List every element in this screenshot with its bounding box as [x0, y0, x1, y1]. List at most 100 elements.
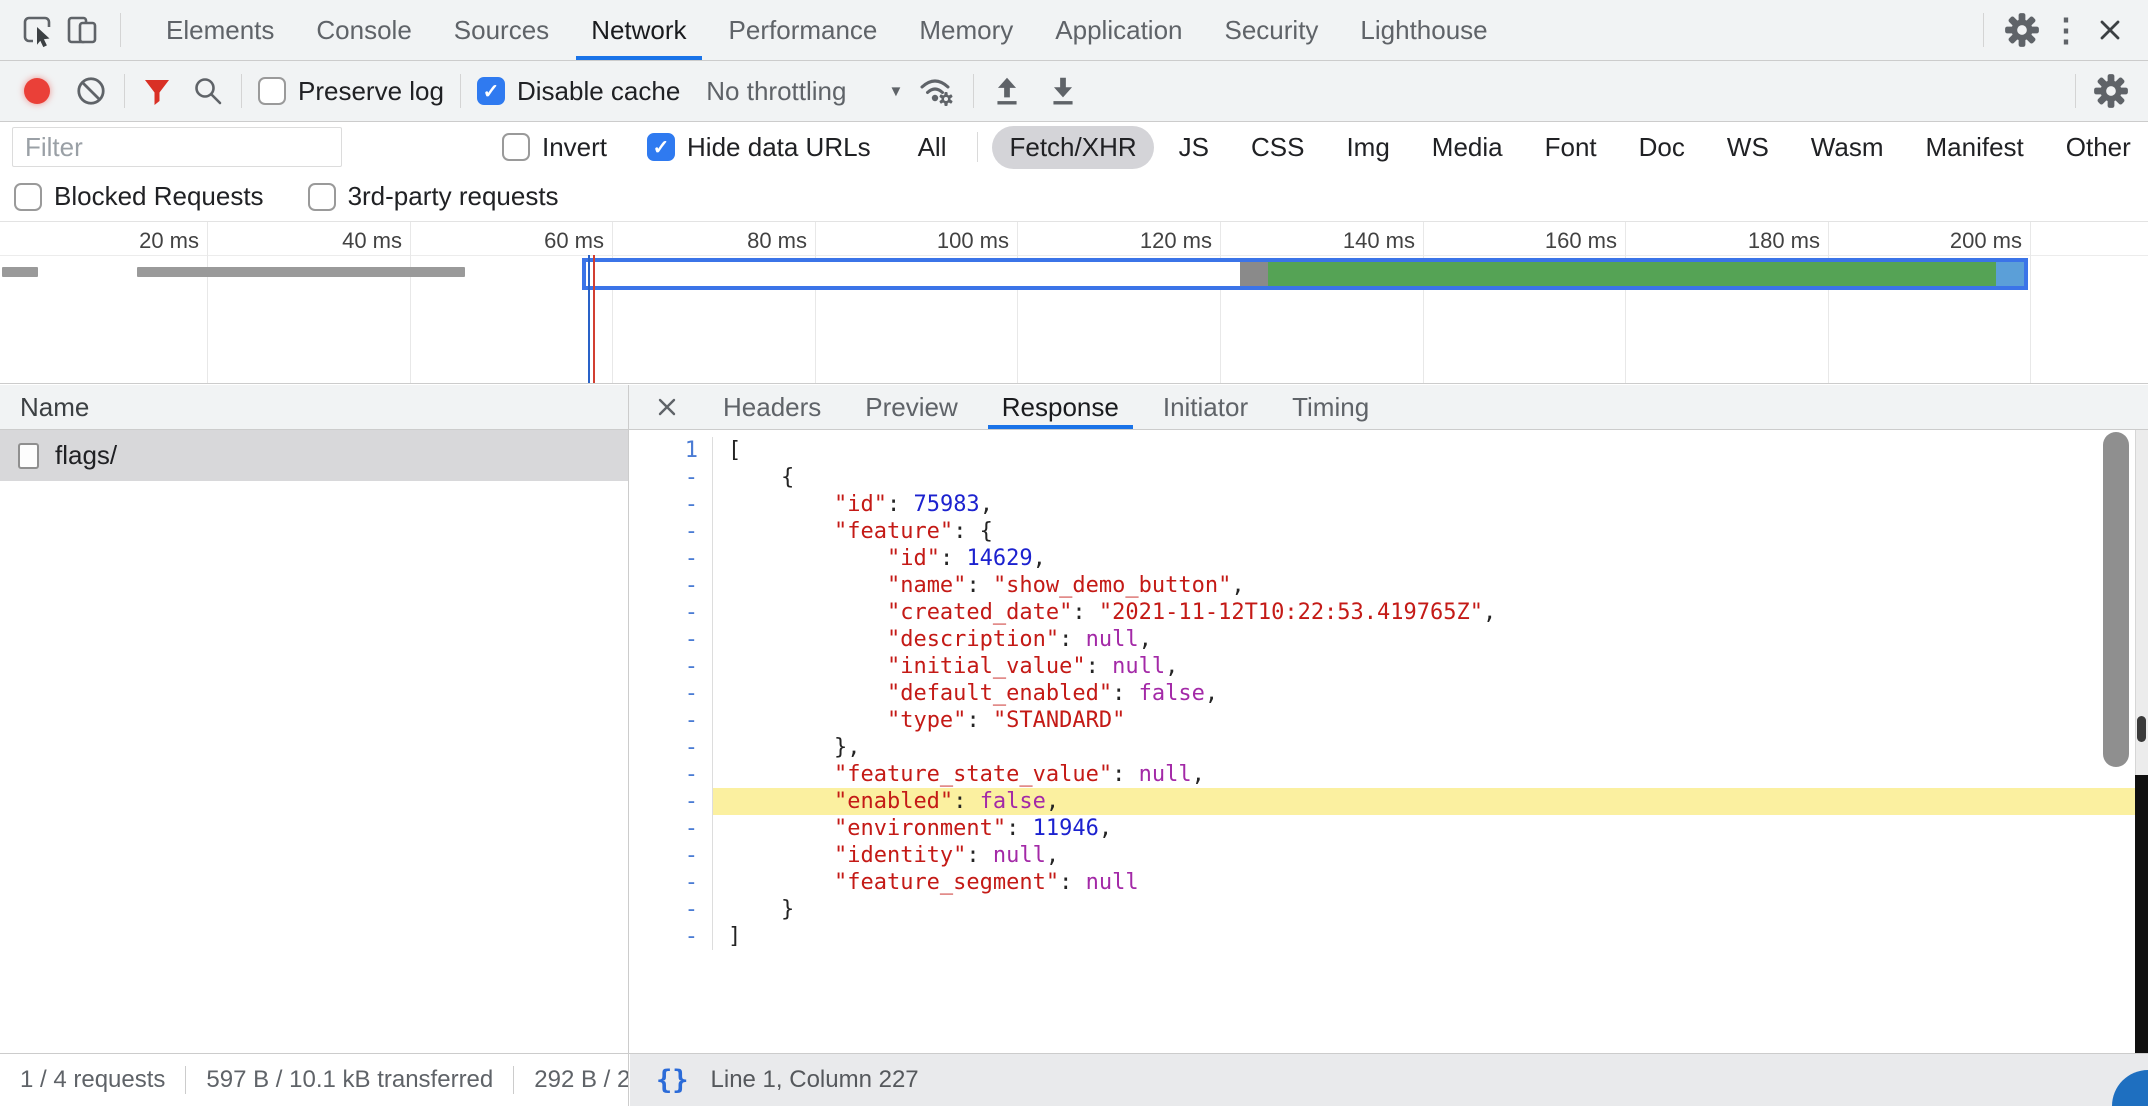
type-filter-font[interactable]: Font: [1528, 126, 1614, 169]
token: "identity": [834, 843, 966, 868]
summary-item: 292 B / 2: [534, 1066, 629, 1094]
blocked-requests-checkbox[interactable]: [14, 183, 42, 211]
token: ,: [1231, 573, 1244, 598]
token: "environment": [834, 816, 1006, 841]
token: "id": [887, 546, 940, 571]
type-filter-media[interactable]: Media: [1415, 126, 1520, 169]
type-filter-wasm[interactable]: Wasm: [1794, 126, 1901, 169]
code-line: - "type": "STANDARD": [629, 707, 2135, 734]
code-text: "feature": {: [713, 518, 2135, 545]
record-network-log-button[interactable]: [24, 78, 50, 104]
name-column-header[interactable]: Name: [20, 392, 89, 423]
timeline-tick-label: 160 ms: [1485, 228, 1617, 254]
kebab-menu-icon[interactable]: ⋮: [2044, 8, 2088, 52]
tab-console[interactable]: Console: [295, 0, 432, 60]
hide-data-urls-checkbox[interactable]: [647, 133, 675, 161]
source-status-bar: {} Line 1, Column 227: [630, 1054, 2148, 1106]
timeline-gridline: [207, 222, 208, 383]
invert-checkbox[interactable]: [502, 133, 530, 161]
request-row[interactable]: flags/: [0, 430, 628, 481]
export-har-icon[interactable]: [1046, 74, 1080, 108]
network-conditions-icon[interactable]: [917, 73, 957, 109]
throttling-dropdown[interactable]: No throttling ▼: [706, 76, 903, 107]
disable-cache-checkbox[interactable]: [477, 77, 505, 105]
type-filter-ws[interactable]: WS: [1710, 126, 1786, 169]
filter-input[interactable]: [12, 127, 342, 167]
detail-tab-preview[interactable]: Preview: [843, 385, 979, 429]
timeline-gridline: [612, 222, 613, 383]
code-line: - "identity": null,: [629, 842, 2135, 869]
token: "feature": [834, 519, 953, 544]
detail-tab-response[interactable]: Response: [980, 385, 1141, 429]
network-toolbar: Preserve log Disable cache No throttling…: [0, 61, 2148, 122]
main-panel-tabs: ElementsConsoleSourcesNetworkPerformance…: [145, 0, 1509, 60]
type-filter-doc[interactable]: Doc: [1622, 126, 1702, 169]
clear-network-log-icon[interactable]: [74, 74, 108, 108]
preserve-log-checkbox[interactable]: [258, 77, 286, 105]
token: ]: [728, 924, 741, 949]
divider: [185, 1066, 186, 1094]
type-filter-js[interactable]: JS: [1162, 126, 1226, 169]
tab-elements[interactable]: Elements: [145, 0, 295, 60]
close-detail-icon[interactable]: [647, 387, 687, 427]
tab-performance[interactable]: Performance: [708, 0, 899, 60]
token: 14629: [966, 546, 1032, 571]
settings-gear-icon[interactable]: [2000, 8, 2044, 52]
detail-tab-initiator[interactable]: Initiator: [1141, 385, 1270, 429]
code-line: -]: [629, 923, 2135, 950]
network-overview-timeline[interactable]: 20 ms40 ms60 ms80 ms100 ms120 ms140 ms16…: [0, 222, 2148, 384]
inspect-element-icon[interactable]: [16, 8, 60, 52]
device-toolbar-icon[interactable]: [60, 8, 104, 52]
pretty-print-braces-icon[interactable]: {}: [656, 1065, 689, 1096]
network-settings-gear-icon[interactable]: [2092, 72, 2130, 110]
tab-sources[interactable]: Sources: [433, 0, 570, 60]
divider: [973, 74, 974, 108]
code-line: - "environment": 11946,: [629, 815, 2135, 842]
line-gutter: -: [629, 491, 713, 518]
token: [728, 546, 887, 571]
token: [728, 789, 834, 814]
token: "initial_value": [887, 654, 1086, 679]
code-text: "type": "STANDARD": [713, 707, 2135, 734]
type-filter-fetch-xhr[interactable]: Fetch/XHR: [992, 126, 1153, 169]
tab-lighthouse[interactable]: Lighthouse: [1339, 0, 1508, 60]
type-filter-all[interactable]: All: [901, 126, 964, 169]
requests-header[interactable]: Name: [0, 385, 628, 430]
response-scrollbar-thumb[interactable]: [2103, 432, 2129, 767]
search-icon[interactable]: [191, 74, 225, 108]
response-body-view[interactable]: 1[- {- "id": 75983,- "feature": {- "id":…: [629, 430, 2135, 1053]
detail-tab-timing[interactable]: Timing: [1270, 385, 1391, 429]
filter-funnel-icon[interactable]: [141, 75, 173, 107]
type-filter-manifest[interactable]: Manifest: [1909, 126, 2041, 169]
divider: [1983, 13, 1984, 47]
bar-segment: [586, 262, 1240, 286]
token: false: [1139, 681, 1205, 706]
code-line: - "initial_value": null,: [629, 653, 2135, 680]
tab-memory[interactable]: Memory: [898, 0, 1034, 60]
timeline-tick-label: 200 ms: [1890, 228, 2022, 254]
line-gutter: -: [629, 896, 713, 923]
throttling-value: No throttling: [706, 76, 846, 107]
line-gutter: -: [629, 815, 713, 842]
token: :: [966, 843, 993, 868]
selected-request-bar[interactable]: [582, 258, 2028, 290]
type-filter-other[interactable]: Other: [2049, 126, 2148, 169]
timeline-tick-label: 180 ms: [1688, 228, 1820, 254]
detail-tab-headers[interactable]: Headers: [701, 385, 843, 429]
token: : {: [953, 519, 993, 544]
close-devtools-icon[interactable]: [2088, 8, 2132, 52]
type-filter-css[interactable]: CSS: [1234, 126, 1321, 169]
request-list: flags/: [0, 430, 628, 481]
load-event-line: [588, 255, 590, 383]
divider: [2075, 74, 2076, 108]
tab-network[interactable]: Network: [570, 0, 707, 60]
type-filter-img[interactable]: Img: [1329, 126, 1406, 169]
timeline-gridline: [1828, 222, 1829, 383]
token: [728, 519, 834, 544]
token: :: [1059, 870, 1086, 895]
third-party-requests-checkbox[interactable]: [308, 183, 336, 211]
import-har-icon[interactable]: [990, 74, 1024, 108]
tab-security[interactable]: Security: [1204, 0, 1340, 60]
tab-application[interactable]: Application: [1034, 0, 1203, 60]
disable-cache-label: Disable cache: [517, 76, 680, 107]
